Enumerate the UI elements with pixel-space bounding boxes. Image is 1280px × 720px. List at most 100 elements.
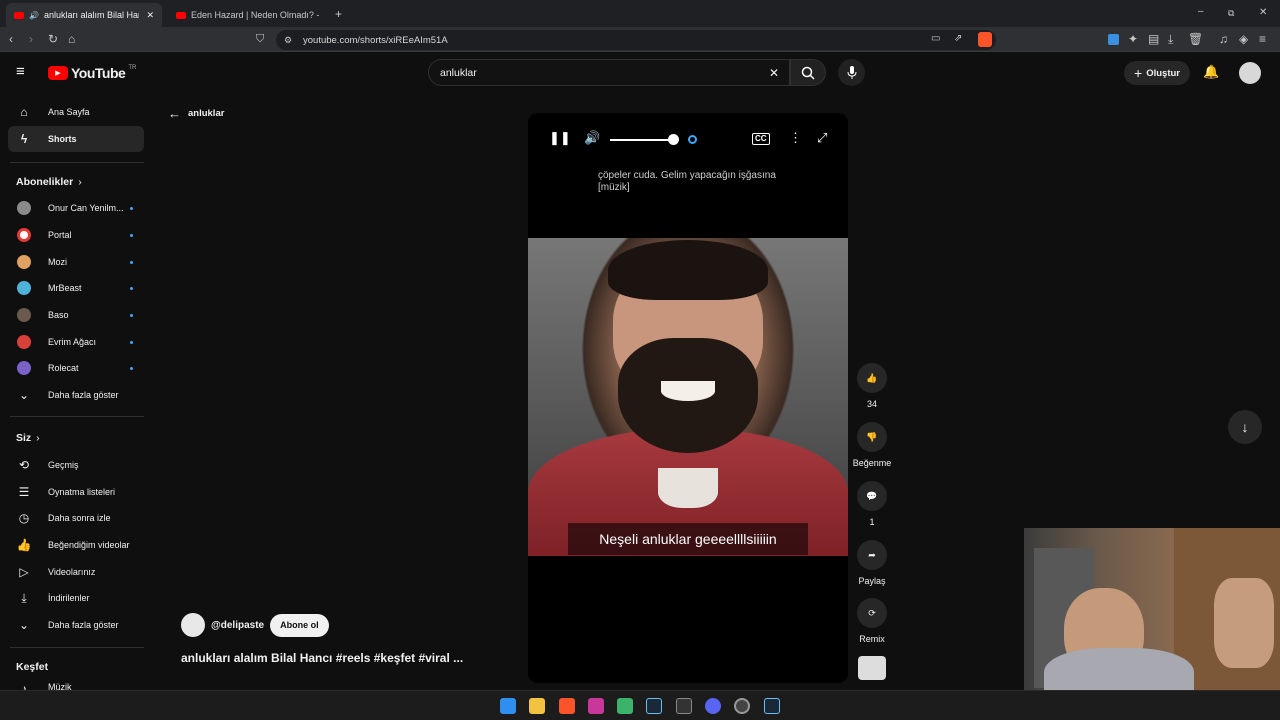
sidebar-toggle-icon[interactable]: ▤ bbox=[1148, 33, 1159, 45]
tab-inactive[interactable]: Eden Hazard | Neden Olmadı? - YouT... bbox=[168, 3, 328, 27]
app-icon[interactable] bbox=[617, 698, 633, 714]
share-button[interactable]: ➦ Paylaş bbox=[852, 540, 892, 586]
fullscreen-icon[interactable]: ⤢ bbox=[817, 131, 827, 145]
search-button[interactable] bbox=[790, 59, 826, 86]
trash-icon[interactable]: 🗑 bbox=[1188, 33, 1203, 45]
youtube-favicon-icon bbox=[176, 11, 186, 19]
bookmark-icon[interactable]: ⛉ bbox=[256, 33, 264, 45]
back-to-search[interactable]: ← anluklar bbox=[168, 106, 224, 121]
sidebar-label: Daha fazla göster bbox=[48, 390, 119, 400]
sidebar-item-subscription[interactable]: Onur Can Yenilm... bbox=[8, 195, 144, 221]
caption-line: çöpeler cuda. Gelim yapacağın işğasına bbox=[598, 170, 776, 181]
auto-caption: çöpeler cuda. Gelim yapacağın işğasına [… bbox=[598, 170, 818, 194]
comments-button[interactable]: 💬 1 bbox=[852, 481, 892, 527]
cast-icon[interactable]: ▭ bbox=[931, 33, 940, 45]
sidebar-item-watch-later[interactable]: ◷ Daha sonra izle bbox=[8, 505, 144, 531]
channel-avatar bbox=[17, 201, 31, 215]
menu-icon[interactable]: ≡ bbox=[1259, 33, 1266, 45]
thumbs-down-icon: 👎 bbox=[857, 422, 887, 452]
steam-icon-2[interactable] bbox=[764, 698, 780, 714]
discord-icon[interactable] bbox=[705, 698, 721, 714]
sidebar-item-music[interactable]: ♪ Müzik bbox=[8, 678, 144, 690]
more-options-icon[interactable]: ⋮ bbox=[789, 131, 802, 145]
forward-icon[interactable]: › bbox=[29, 33, 33, 45]
home-browser-icon[interactable]: ⌂ bbox=[68, 33, 75, 45]
search-input[interactable]: anluklar ✕ bbox=[428, 59, 790, 86]
voice-search-button[interactable] bbox=[838, 59, 865, 86]
captions-icon[interactable]: CC bbox=[752, 133, 770, 145]
sidebar-item-subscription[interactable]: Evrim Ağacı bbox=[8, 329, 144, 355]
account-avatar[interactable] bbox=[1239, 62, 1261, 84]
sidebar-item-history[interactable]: ⟲ Geçmiş bbox=[8, 452, 144, 478]
new-content-dot bbox=[130, 313, 133, 317]
file-explorer-icon[interactable] bbox=[529, 698, 545, 714]
site-info-icon[interactable]: ⚙ bbox=[284, 34, 292, 46]
youtube-logo[interactable]: ▶ YouTube TR bbox=[48, 65, 136, 81]
playlist-icon: ☰ bbox=[18, 485, 30, 499]
wallet-icon[interactable]: ◈ bbox=[1239, 33, 1248, 45]
notifications-bell-icon[interactable]: 🔔 bbox=[1203, 65, 1219, 78]
new-tab-icon[interactable]: + bbox=[335, 8, 342, 20]
extensions-icon[interactable]: ✦ bbox=[1128, 33, 1138, 45]
minimize-icon[interactable]: – bbox=[1198, 6, 1204, 18]
os-taskbar bbox=[0, 690, 1280, 720]
sidebar-item-subscription[interactable]: Mozi bbox=[8, 249, 144, 275]
webcam-hand bbox=[1214, 578, 1274, 668]
tab-active[interactable]: 🔊 anlukları alalım Bilal Hancı #r... ✕ bbox=[6, 3, 162, 27]
subscriptions-header[interactable]: Abonelikler › bbox=[16, 176, 82, 188]
dislike-button[interactable]: 👎 Beğenme bbox=[852, 422, 892, 468]
sidebar-item-subscription[interactable]: MrBeast bbox=[8, 275, 144, 301]
show-more-you[interactable]: ⌄ Daha fazla göster bbox=[8, 612, 144, 638]
volume-slider[interactable] bbox=[610, 139, 676, 141]
sidebar-item-liked[interactable]: 👍 Beğendiğim videolar bbox=[8, 532, 144, 558]
sidebar-item-subscription[interactable]: Portal bbox=[8, 222, 144, 248]
channel-name[interactable]: @delipaste bbox=[211, 620, 264, 631]
terminal-icon[interactable] bbox=[676, 698, 692, 714]
extension-download-icon[interactable] bbox=[1108, 34, 1119, 45]
windows-start-icon[interactable] bbox=[500, 698, 516, 714]
close-icon[interactable]: ✕ bbox=[146, 10, 154, 21]
sidebar-label: Müzik bbox=[48, 682, 72, 690]
sidebar-item-subscription[interactable]: Baso bbox=[8, 302, 144, 328]
create-button[interactable]: + Oluştur bbox=[1124, 61, 1190, 85]
divider bbox=[10, 647, 144, 648]
short-title[interactable]: anlukları alalım Bilal Hancı #reels #keş… bbox=[181, 651, 463, 665]
sidebar-item-playlists[interactable]: ☰ Oynatma listeleri bbox=[8, 479, 144, 505]
sidebar-label: Videolarınız bbox=[48, 567, 96, 577]
show-more-subscriptions[interactable]: ⌄ Daha fazla göster bbox=[8, 382, 144, 408]
hamburger-menu-icon[interactable]: ≡ bbox=[16, 64, 25, 79]
sidebar-item-home[interactable]: ⌂ Ana Sayfa bbox=[8, 99, 144, 125]
sidebar-item-your-videos[interactable]: ▷ Videolarınız bbox=[8, 559, 144, 585]
sidebar-item-downloads[interactable]: ⤓ İndirilenler bbox=[8, 585, 144, 611]
pause-icon[interactable]: ❚❚ bbox=[549, 131, 571, 145]
tab-title: anlukları alalım Bilal Hancı #r... bbox=[43, 10, 139, 20]
you-header[interactable]: Siz › bbox=[16, 432, 40, 444]
brave-browser-icon[interactable] bbox=[559, 698, 575, 714]
shorts-player[interactable]: ❚❚ 🔊 CC ⋮ ⤢ çöpeler cuda. Gelim yapacağı… bbox=[528, 113, 848, 683]
like-button[interactable]: 👍 34 bbox=[852, 363, 892, 409]
brave-shield-icon[interactable] bbox=[978, 32, 992, 47]
video-subject-shirt bbox=[658, 468, 718, 508]
next-short-button[interactable]: ↓ bbox=[1228, 410, 1262, 444]
volume-slider-knob[interactable] bbox=[668, 134, 679, 145]
channel-avatar[interactable] bbox=[181, 613, 205, 637]
chevron-down-icon: ⌄ bbox=[18, 388, 30, 402]
address-bar[interactable]: youtube.com/shorts/xiREeAIm51A bbox=[276, 30, 996, 50]
clear-search-icon[interactable]: ✕ bbox=[769, 66, 779, 80]
obs-icon[interactable] bbox=[734, 698, 750, 714]
maximize-icon[interactable]: ⧉ bbox=[1228, 7, 1234, 19]
window-close-icon[interactable]: ✕ bbox=[1259, 7, 1267, 19]
instagram-icon[interactable] bbox=[588, 698, 604, 714]
downloads-icon[interactable]: ⤓ bbox=[1168, 33, 1173, 45]
volume-icon[interactable]: 🔊 bbox=[584, 131, 600, 145]
back-icon[interactable]: ‹ bbox=[9, 33, 13, 45]
sidebar-item-subscription[interactable]: Rolecat bbox=[8, 355, 144, 381]
sound-thumbnail[interactable] bbox=[858, 656, 886, 680]
reload-icon[interactable]: ↻ bbox=[48, 33, 58, 45]
steam-icon[interactable] bbox=[646, 698, 662, 714]
share-icon[interactable]: ⇗ bbox=[954, 33, 962, 45]
subscribe-button[interactable]: Abone ol bbox=[270, 613, 329, 637]
sidebar-item-shorts[interactable]: ϟ Shorts bbox=[8, 126, 144, 152]
remix-button[interactable]: ⟳ Remix bbox=[852, 598, 892, 644]
media-icon[interactable]: ♫ bbox=[1219, 33, 1228, 45]
